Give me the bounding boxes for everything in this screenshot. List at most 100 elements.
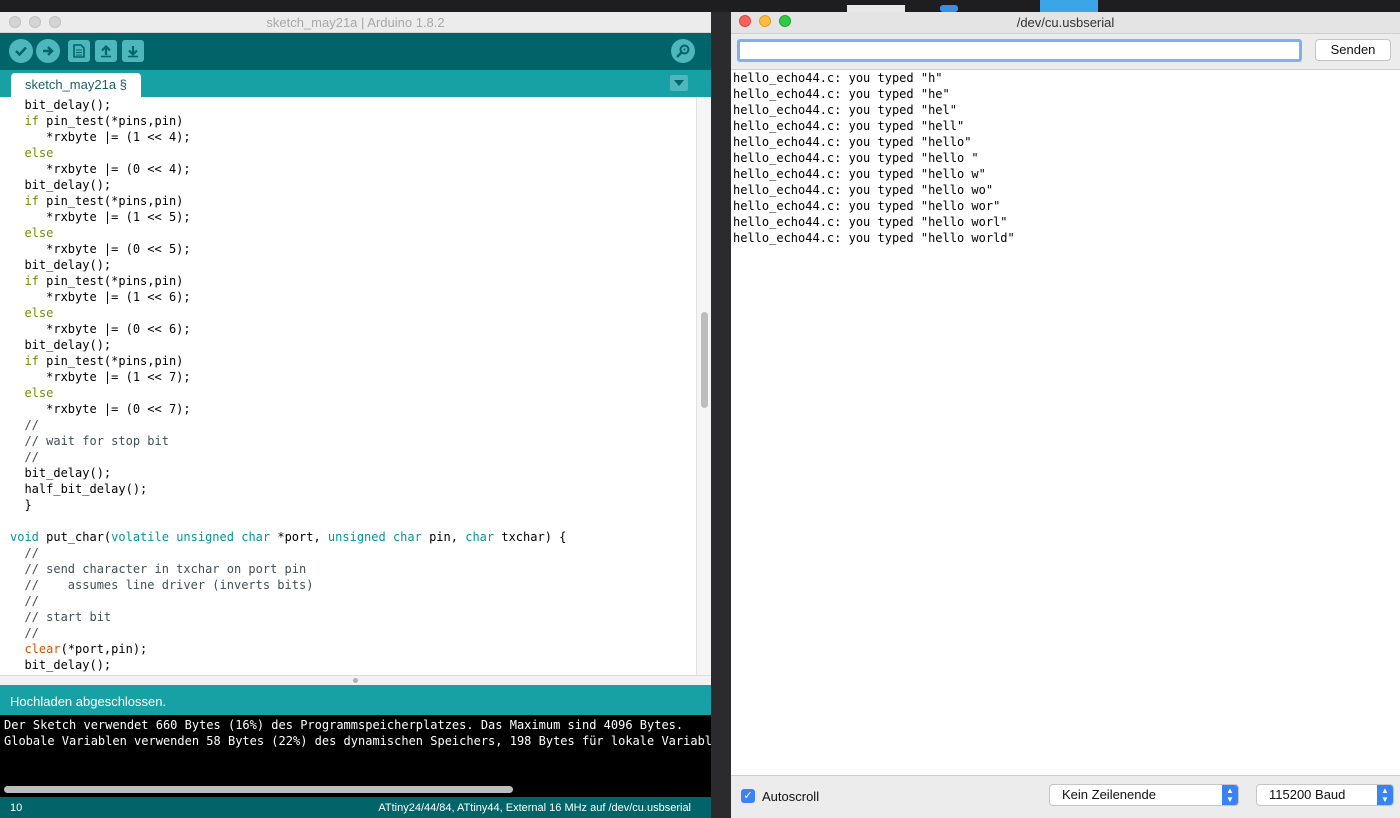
- code-editor[interactable]: bit_delay(); if pin_test(*pins,pin) *rxb…: [4, 97, 696, 675]
- serial-output-line: hello_echo44.c: you typed "hello": [733, 135, 972, 149]
- desktop-menubar-strip: [0, 0, 1400, 12]
- code-line: *rxbyte |= (1 << 7);: [10, 369, 191, 385]
- code-token: bit_delay();: [10, 258, 112, 272]
- serial-send-input[interactable]: [737, 39, 1302, 62]
- code-token: char: [465, 530, 495, 544]
- ide-window-title: sketch_may21a | Arduino 1.8.2: [266, 15, 445, 30]
- serial-monitor-window: /dev/cu.usbserial Senden hello_echo44.c:…: [731, 12, 1400, 818]
- console-horizontal-scrollbar[interactable]: [0, 781, 711, 797]
- checkmark-icon: ✓: [743, 790, 753, 802]
- baud-rate-select[interactable]: 115200 Baud ▲ ▼: [1256, 784, 1394, 806]
- desktop-element: [940, 5, 958, 12]
- code-line: // assumes line driver (inverts bits): [10, 577, 313, 593]
- code-line: void put_char(volatile unsigned char *po…: [10, 529, 566, 545]
- code-line: bit_delay();: [10, 337, 111, 353]
- ide-footer: 10 ATtiny24/44/84, ATtiny44, External 16…: [0, 797, 711, 818]
- board-info: ATtiny24/44/84, ATtiny44, External 16 MH…: [378, 802, 691, 814]
- code-token: *rxbyte |= (0 << 6);: [10, 322, 191, 336]
- tab-menu-button[interactable]: [670, 75, 688, 91]
- code-token: (*port,pin);: [60, 642, 148, 656]
- code-token: if: [24, 274, 39, 288]
- verify-button[interactable]: [9, 39, 33, 63]
- editor-console-splitter[interactable]: [0, 675, 711, 685]
- code-token: //: [10, 418, 39, 432]
- code-line: // start bit: [10, 609, 111, 625]
- serial-output: hello_echo44.c: you typed "h" hello_echo4…: [731, 70, 1400, 775]
- code-line: bit_delay();: [10, 177, 111, 193]
- status-message: Hochladen abgeschlossen.: [0, 685, 711, 715]
- send-button[interactable]: Senden: [1315, 39, 1391, 61]
- code-token: pin_test(*pins,pin): [38, 354, 184, 368]
- code-token: //: [10, 594, 39, 608]
- line-number: 10: [10, 802, 23, 814]
- code-line: if pin_test(*pins,pin): [10, 113, 183, 129]
- scrollbar-thumb[interactable]: [701, 312, 708, 408]
- code-token: // start bit: [10, 610, 112, 624]
- ide-titlebar: sketch_may21a | Arduino 1.8.2: [0, 12, 711, 33]
- upload-button[interactable]: [36, 39, 60, 63]
- code-line: *rxbyte |= (1 << 4);: [10, 129, 191, 145]
- serial-output-line: hello_echo44.c: you typed "h": [733, 71, 943, 85]
- splitter-handle[interactable]: [353, 678, 358, 683]
- save-sketch-button[interactable]: [122, 40, 144, 62]
- serial-output-line: hello_echo44.c: you typed "hello world": [733, 231, 1015, 245]
- code-token: clear: [24, 642, 61, 656]
- code-token: void: [10, 530, 39, 544]
- code-line: *rxbyte |= (0 << 7);: [10, 401, 191, 417]
- autoscroll-checkbox[interactable]: ✓: [741, 789, 755, 803]
- editor-vertical-scrollbar[interactable]: [696, 97, 711, 675]
- code-line: *rxbyte |= (0 << 4);: [10, 161, 191, 177]
- code-token: unsigned: [176, 530, 234, 544]
- code-token: else: [24, 386, 54, 400]
- serial-output-line: hello_echo44.c: you typed "hello ": [733, 151, 979, 165]
- magnifier-icon: [676, 44, 690, 58]
- serial-window-title: /dev/cu.usbserial: [1016, 15, 1115, 30]
- code-token: else: [24, 146, 54, 160]
- desktop-element: [847, 5, 905, 12]
- code-token: //: [10, 450, 39, 464]
- code-line: if pin_test(*pins,pin): [10, 193, 183, 209]
- code-token: *rxbyte |= (0 << 5);: [10, 242, 191, 256]
- code-line: *rxbyte |= (0 << 6);: [10, 321, 191, 337]
- code-token: pin_test(*pins,pin): [38, 114, 184, 128]
- select-arrows-icon: ▲ ▼: [1377, 785, 1393, 805]
- tab-sketch[interactable]: sketch_may21a §: [11, 73, 141, 97]
- code-token: if: [24, 194, 39, 208]
- serial-output-line: hello_echo44.c: you typed "hello w": [733, 167, 986, 181]
- open-arrow-up-icon: [101, 44, 111, 58]
- serial-output-line: hello_echo44.c: you typed "hello wo": [733, 183, 994, 197]
- console-line: Globale Variablen verwenden 58 Bytes (22…: [4, 734, 711, 748]
- code-line: //: [10, 545, 38, 561]
- code-token: else: [24, 226, 54, 240]
- code-token: *rxbyte |= (1 << 7);: [10, 370, 191, 384]
- console-line: Der Sketch verwendet 660 Bytes (16%) des…: [4, 718, 684, 732]
- serial-output-line: hello_echo44.c: you typed "hello wor": [733, 199, 1001, 213]
- code-line: else: [10, 145, 53, 161]
- new-sketch-button[interactable]: [68, 40, 90, 62]
- line-ending-value: Kein Zeilenende: [1062, 787, 1156, 802]
- code-token: // wait for stop bit: [10, 434, 169, 448]
- scrollbar-thumb[interactable]: [4, 786, 513, 793]
- serial-output-line: hello_echo44.c: you typed "he": [733, 87, 950, 101]
- code-line: *rxbyte |= (1 << 6);: [10, 289, 191, 305]
- serial-input-row: Senden: [731, 34, 1400, 70]
- code-token: *rxbyte |= (0 << 7);: [10, 402, 191, 416]
- checkmark-icon: [15, 46, 27, 57]
- serial-monitor-button[interactable]: [671, 39, 695, 63]
- code-token: pin_test(*pins,pin): [38, 274, 184, 288]
- arduino-ide-window: sketch_may21a | Arduino 1.8.2 sketch_may…: [0, 12, 711, 818]
- open-sketch-button[interactable]: [95, 40, 117, 62]
- select-arrows-icon: ▲ ▼: [1222, 785, 1238, 805]
- code-token: *port,: [270, 530, 328, 544]
- line-ending-select[interactable]: Kein Zeilenende ▲ ▼: [1049, 784, 1239, 806]
- desktop-element: [1040, 0, 1098, 12]
- code-token: volatile: [111, 530, 169, 544]
- code-token: //: [10, 626, 39, 640]
- code-token: bit_delay();: [10, 658, 112, 672]
- code-token: }: [10, 498, 32, 512]
